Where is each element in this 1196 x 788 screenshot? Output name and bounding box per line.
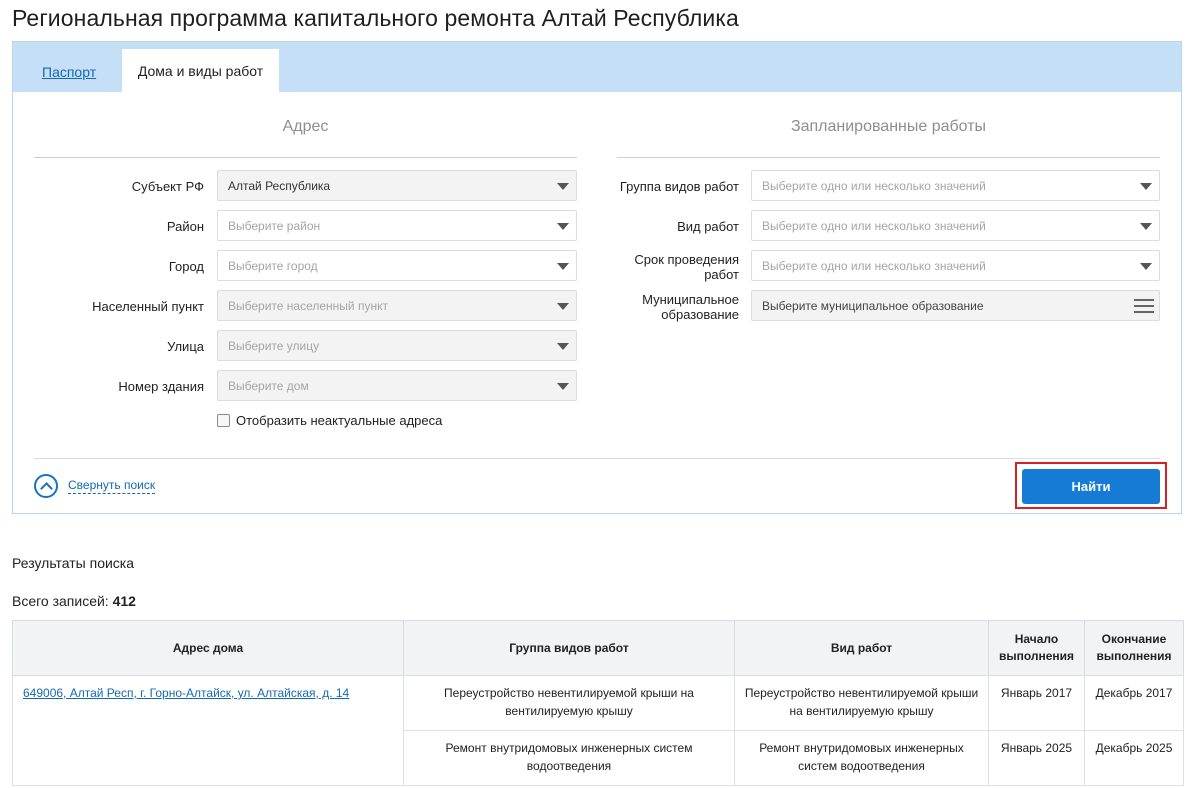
- city-label: Город: [168, 259, 204, 274]
- work-type-cell: Ремонт внутридомовых инженерных систем в…: [734, 730, 989, 786]
- work-type-label: Вид работ: [677, 219, 739, 234]
- column-header-work-group[interactable]: Группа видов работ: [403, 620, 735, 676]
- district-select[interactable]: Выберите район: [217, 210, 577, 241]
- work-period-label-line2: работ: [704, 267, 739, 282]
- column-header-start-line1: Начало: [1014, 632, 1059, 646]
- results-heading: Результаты поиска: [12, 555, 135, 571]
- building-placeholder: Выберите дом: [228, 378, 309, 393]
- locality-placeholder: Выберите населенный пункт: [228, 298, 388, 313]
- work-group-select[interactable]: Выберите одно или несколько значений: [751, 170, 1160, 201]
- work-period-label: Срок проведения работ: [589, 252, 739, 282]
- subject-value: Алтай Республика: [228, 178, 331, 193]
- column-header-address[interactable]: Адрес дома: [12, 620, 404, 676]
- table-row: 649006, Алтай Респ, г. Горно-Алтайск, ул…: [12, 675, 1184, 786]
- city-select[interactable]: Выберите город: [217, 250, 577, 281]
- menu-icon[interactable]: [1134, 299, 1154, 313]
- chevron-down-icon: [1140, 183, 1152, 190]
- chevron-down-icon: [557, 263, 569, 270]
- work-type-cell: Переустройство невентилируемой крыши на …: [734, 675, 989, 731]
- municipality-label-line2: образование: [661, 307, 739, 322]
- building-select[interactable]: Выберите дом: [217, 370, 577, 401]
- address-section-title: Адрес: [282, 118, 329, 135]
- end-cell: Декабрь 2025: [1084, 730, 1184, 786]
- work-group-cell: Ремонт внутридомовых инженерных систем в…: [403, 730, 735, 786]
- works-section-divider: [617, 157, 1160, 158]
- municipality-placeholder: Выберите муниципальное образование: [762, 298, 984, 313]
- work-period-label-line1: Срок проведения: [634, 252, 739, 267]
- work-group-cell: Переустройство невентилируемой крыши на …: [403, 675, 735, 731]
- locality-label: Населенный пункт: [92, 299, 204, 314]
- chevron-down-icon: [557, 183, 569, 190]
- results-table: Адрес дома Группа видов работ Вид работ …: [12, 620, 1184, 786]
- column-header-start[interactable]: Начало выполнения: [988, 620, 1085, 676]
- work-period-select[interactable]: Выберите одно или несколько значений: [751, 250, 1160, 281]
- tab-bar: Паспорт Дома и виды работ: [13, 42, 1181, 92]
- checkbox-icon[interactable]: [217, 414, 230, 427]
- total-records-label: Всего записей:: [12, 593, 109, 609]
- street-placeholder: Выберите улицу: [228, 338, 320, 353]
- actions-divider: [34, 458, 1160, 459]
- chevron-down-icon: [1140, 223, 1152, 230]
- municipality-label: Муниципальное образование: [589, 292, 739, 322]
- work-period-placeholder: Выберите одно или несколько значений: [762, 258, 986, 273]
- chevron-down-icon: [557, 343, 569, 350]
- column-header-end-line1: Окончание: [1101, 632, 1167, 646]
- subject-label: Субъект РФ: [131, 179, 204, 194]
- end-cell: Декабрь 2017: [1084, 675, 1184, 731]
- find-button[interactable]: Найти: [1022, 469, 1160, 504]
- subject-select[interactable]: Алтай Республика: [217, 170, 577, 201]
- locality-select[interactable]: Выберите населенный пункт: [217, 290, 577, 321]
- start-cell: Январь 2025: [988, 730, 1085, 786]
- tab-houses-and-works[interactable]: Дома и виды работ: [122, 49, 279, 92]
- chevron-up-circle-icon[interactable]: [34, 474, 58, 498]
- address-link[interactable]: 649006, Алтай Респ, г. Горно-Алтайск, ул…: [23, 686, 349, 700]
- column-header-end-line2: выполнения: [1096, 649, 1172, 663]
- chevron-down-icon: [557, 223, 569, 230]
- municipality-label-line1: Муниципальное: [642, 292, 739, 307]
- work-group-placeholder: Выберите одно или несколько значений: [762, 178, 986, 193]
- start-cell: Январь 2017: [988, 675, 1085, 731]
- search-panel: Паспорт Дома и виды работ Адрес Субъект …: [12, 41, 1182, 514]
- column-header-work-type[interactable]: Вид работ: [734, 620, 989, 676]
- works-section-title: Запланированные работы: [790, 118, 987, 135]
- show-outdated-addresses-checkbox[interactable]: Отобразить неактуальные адреса: [217, 413, 442, 428]
- address-section-divider: [34, 157, 577, 158]
- work-group-label: Группа видов работ: [619, 179, 739, 194]
- work-type-placeholder: Выберите одно или несколько значений: [762, 218, 986, 233]
- municipality-select[interactable]: Выберите муниципальное образование: [751, 290, 1160, 321]
- district-label: Район: [166, 219, 204, 234]
- table-header-row: Адрес дома Группа видов работ Вид работ …: [12, 620, 1184, 676]
- city-placeholder: Выберите город: [228, 258, 318, 273]
- collapse-search-link[interactable]: Свернуть поиск: [68, 478, 156, 494]
- work-type-select[interactable]: Выберите одно или несколько значений: [751, 210, 1160, 241]
- total-records-value: 412: [112, 593, 136, 609]
- street-label: Улица: [167, 339, 204, 354]
- column-header-start-line2: выполнения: [998, 649, 1075, 663]
- tab-passport[interactable]: Паспорт: [42, 64, 96, 80]
- chevron-down-icon: [1140, 263, 1152, 270]
- show-outdated-addresses-label: Отобразить неактуальные адреса: [236, 413, 443, 428]
- page-title: Региональная программа капитального ремо…: [12, 5, 739, 31]
- chevron-down-icon: [557, 303, 569, 310]
- column-header-end[interactable]: Окончание выполнения: [1084, 620, 1184, 676]
- building-label: Номер здания: [118, 379, 204, 394]
- street-select[interactable]: Выберите улицу: [217, 330, 577, 361]
- address-cell: 649006, Алтай Респ, г. Горно-Алтайск, ул…: [12, 675, 404, 786]
- chevron-down-icon: [557, 383, 569, 390]
- total-records: Всего записей: 412: [12, 593, 136, 609]
- district-placeholder: Выберите район: [228, 218, 321, 233]
